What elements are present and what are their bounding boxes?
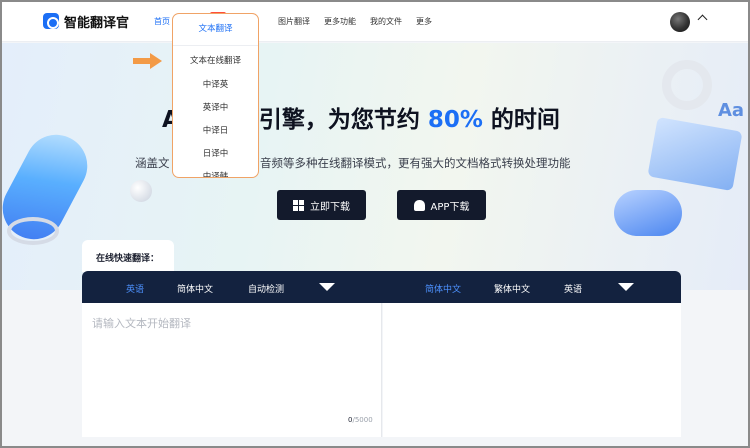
char-counter-max: /5000 [352,416,373,424]
hero-title-highlight: 80% [427,107,483,133]
nav-more-features[interactable]: 更多功能 [324,16,356,27]
source-lang-english[interactable]: 英语 [126,282,144,295]
pointer-arrow-icon [133,53,163,69]
hero-title-mid: 译引擎，为您节约 [235,107,428,133]
dropdown-item-zh-ko[interactable]: 中译韩 [173,170,258,177]
source-lang-auto-detect[interactable]: 自动检测 [248,282,284,295]
dropdown-item-zh-en[interactable]: 中译英 [173,78,258,90]
app-window: 智能翻译官 首页 图片翻译 更多功能 我的文件 更多 Aa A 译引擎，为您节约 … [0,0,750,448]
char-counter: 0/5000 [348,416,373,424]
nav-home[interactable]: 首页 [154,16,170,27]
font-icon: Aa [718,100,745,121]
nav-my-files[interactable]: 我的文件 [370,16,402,27]
dropdown-item-ja-zh[interactable]: 日译中 [173,147,258,159]
windows-icon [293,199,304,211]
nav-image-translate[interactable]: 图片翻译 [278,16,310,27]
app-download-button[interactable]: APP下载 [397,190,486,220]
decorative-ring [7,217,59,245]
chevron-up-icon[interactable] [697,14,708,25]
brand-name[interactable]: 智能翻译官 [64,12,129,31]
target-lang-simplified-chinese[interactable]: 简体中文 [425,282,461,295]
dropdown-header[interactable]: 文本翻译 [173,14,258,46]
quick-translate-tab-label: 在线快速翻译： [96,254,160,264]
top-header: 智能翻译官 首页 图片翻译 更多功能 我的文件 更多 [2,2,748,42]
logo-icon[interactable] [43,13,59,29]
avatar[interactable] [670,12,690,32]
hero-title-end: 的时间 [482,107,560,133]
hero-subtitle-end: 视频、音频等多种在线翻译模式，更有强大的文档格式转换处理功能 [225,156,571,170]
cloud-icon [614,190,682,236]
download-button-label: 立即下载 [310,201,350,213]
dropdown-item-online-text[interactable]: 文本在线翻译 [173,54,258,66]
dropdown-item-en-zh[interactable]: 英译中 [173,101,258,113]
target-lang-traditional-chinese[interactable]: 繁体中文 [494,282,530,295]
dropdown-item-zh-ja[interactable]: 中译日 [173,124,258,136]
nav-more[interactable]: 更多 [416,16,432,27]
android-icon [413,199,425,211]
target-lang-english[interactable]: 英语 [564,282,582,295]
source-lang-simplified-chinese[interactable]: 简体中文 [177,282,213,295]
translation-output [383,303,681,437]
decorative-ball [130,180,152,202]
source-text-placeholder: 请输入文本开始翻译 [92,317,191,330]
decorative-ring-3d [662,60,712,110]
text-translate-dropdown: 文本翻译 文本在线翻译 中译英 英译中 中译日 日译中 中译韩 [172,13,259,178]
target-lang-dropdown-icon[interactable] [618,283,634,291]
app-download-button-label: APP下载 [430,201,470,213]
language-bar [82,271,681,303]
hero-subtitle-start: 涵盖文 [135,156,170,170]
source-lang-dropdown-icon[interactable] [319,283,335,291]
download-button[interactable]: 立即下载 [277,190,366,220]
